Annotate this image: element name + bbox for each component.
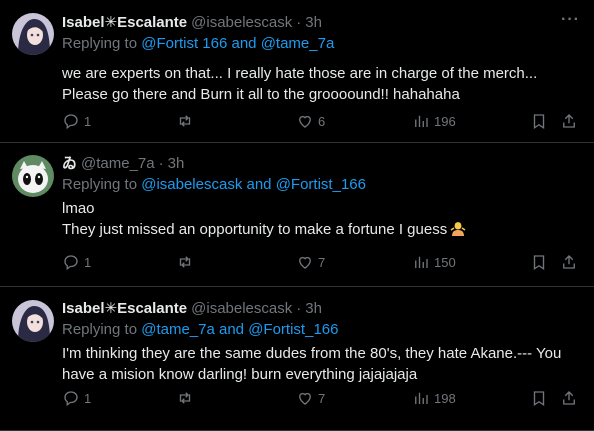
reply-count: 1 — [84, 113, 92, 129]
views-button[interactable]: 150 — [412, 253, 456, 271]
like-button[interactable]: 7 — [296, 389, 325, 407]
views-button[interactable]: 196 — [412, 112, 456, 130]
avatar[interactable] — [12, 13, 54, 55]
tweet-text: we are experts on that... I really hate … — [62, 63, 580, 105]
reply-count: 1 — [84, 390, 92, 406]
views-icon — [415, 256, 428, 268]
retweet-icon — [179, 115, 191, 127]
tweet-text-segment: They just missed an opportunity to make … — [62, 221, 448, 238]
tweet-header: Isabel✳Escalante @isabelescask · 3h — [62, 13, 580, 33]
view-count: 196 — [434, 113, 456, 129]
retweet-button[interactable] — [176, 389, 194, 407]
tweet-text-line: have a mision know darling! burn everyth… — [62, 366, 418, 383]
reply-button[interactable]: 1 — [62, 253, 91, 271]
retweet-button[interactable] — [176, 253, 194, 271]
avatar-image — [12, 155, 54, 197]
like-button[interactable]: 7 — [296, 253, 325, 271]
reply-icon — [64, 114, 78, 130]
tweet-text-line: Please go there and Burn it all to the g… — [62, 86, 460, 103]
tweet-header: ゐ @tame_7a · 3h — [62, 154, 580, 174]
avatar[interactable] — [12, 300, 54, 342]
tweet-text: I'm thinking they are the same dudes fro… — [62, 343, 580, 385]
tweet-text-line: They just missed an opportunity to make … — [62, 219, 580, 240]
like-button[interactable]: 6 — [296, 112, 325, 130]
reply-button[interactable]: 1 — [62, 389, 91, 407]
bookmark-button[interactable] — [530, 389, 548, 407]
share-icon — [563, 391, 575, 405]
replying-to: Replying to @Fortist 166 and @tame_7a — [62, 34, 580, 54]
mention-link[interactable]: @Fortist_166 — [248, 321, 338, 338]
retweet-button[interactable] — [176, 112, 194, 130]
timestamp[interactable]: 3h — [168, 154, 185, 174]
bookmark-icon — [533, 391, 545, 407]
separator-dot: · — [296, 300, 302, 317]
tweet-text-line: we are experts on that... I really hate … — [62, 65, 538, 82]
like-count: 7 — [318, 254, 326, 270]
timestamp[interactable]: 3h — [305, 299, 322, 319]
replying-join: and — [231, 35, 257, 52]
replying-join: and — [219, 321, 245, 338]
replying-to: Replying to @isabelescask and @Fortist_1… — [62, 175, 580, 195]
avatar[interactable] — [12, 155, 54, 197]
user-handle[interactable]: @tame_7a — [81, 154, 155, 174]
avatar-image — [12, 13, 54, 55]
mention-link[interactable]: @Fortist 166 — [141, 35, 227, 52]
bookmark-icon — [533, 255, 545, 271]
share-icon — [563, 255, 575, 269]
display-name[interactable]: Isabel✳Escalante — [62, 299, 187, 319]
more-options-icon[interactable]: ··· — [561, 11, 580, 29]
replying-prefix: Replying to — [62, 321, 138, 338]
view-count: 150 — [434, 254, 456, 270]
view-count: 198 — [434, 390, 456, 406]
tweet-actions: 1 7 150 — [0, 253, 594, 273]
user-handle[interactable]: @isabelescask — [191, 299, 292, 319]
heart-icon — [299, 392, 311, 405]
replying-prefix: Replying to — [62, 176, 138, 193]
retweet-icon — [179, 392, 191, 404]
tweet[interactable]: ゐ @tame_7a · 3h Replying to @isabelescas… — [0, 143, 594, 287]
reply-count: 1 — [84, 254, 92, 270]
display-name[interactable]: Isabel✳Escalante — [62, 13, 187, 33]
views-icon — [415, 115, 428, 127]
tweet-actions: 1 6 196 — [0, 112, 594, 132]
mention-link[interactable]: @Fortist_166 — [276, 176, 366, 193]
share-button[interactable] — [560, 253, 578, 271]
bookmark-icon — [533, 114, 545, 130]
person-shrugging-emoji — [450, 222, 466, 236]
tweet-text-line: lmao — [62, 200, 95, 217]
heart-icon — [299, 115, 311, 128]
like-count: 6 — [318, 113, 326, 129]
retweet-icon — [179, 256, 191, 268]
tweet-text-line: I'm thinking they are the same dudes fro… — [62, 345, 562, 362]
tweet-header: Isabel✳Escalante @isabelescask · 3h — [62, 299, 580, 319]
bookmark-button[interactable] — [530, 112, 548, 130]
reply-button[interactable]: 1 — [62, 112, 91, 130]
replying-to: Replying to @tame_7a and @Fortist_166 — [62, 320, 580, 340]
share-button[interactable] — [560, 389, 578, 407]
mention-link[interactable]: @tame_7a — [141, 321, 215, 338]
reply-icon — [64, 255, 78, 271]
replying-join: and — [246, 176, 272, 193]
tweet[interactable]: Isabel✳Escalante @isabelescask · 3h ··· … — [0, 0, 594, 143]
reply-icon — [64, 391, 78, 407]
replying-prefix: Replying to — [62, 35, 138, 52]
mention-link[interactable]: @isabelescask — [141, 176, 242, 193]
user-handle[interactable]: @isabelescask — [191, 13, 292, 33]
share-icon — [563, 114, 575, 128]
views-icon — [415, 392, 428, 404]
bookmark-button[interactable] — [530, 253, 548, 271]
views-button[interactable]: 198 — [412, 389, 456, 407]
separator-dot: · — [296, 14, 302, 31]
tweet[interactable]: Isabel✳Escalante @isabelescask · 3h Repl… — [0, 287, 594, 431]
timestamp[interactable]: 3h — [305, 13, 322, 33]
mention-link[interactable]: @tame_7a — [261, 35, 335, 52]
like-count: 7 — [318, 390, 326, 406]
heart-icon — [299, 256, 311, 269]
tweet-text: lmao They just missed an opportunity to … — [62, 198, 580, 240]
display-name[interactable]: ゐ — [62, 154, 77, 174]
avatar-image — [12, 300, 54, 342]
separator-dot: · — [158, 155, 164, 172]
share-button[interactable] — [560, 112, 578, 130]
tweet-actions: 1 7 198 — [0, 389, 594, 409]
